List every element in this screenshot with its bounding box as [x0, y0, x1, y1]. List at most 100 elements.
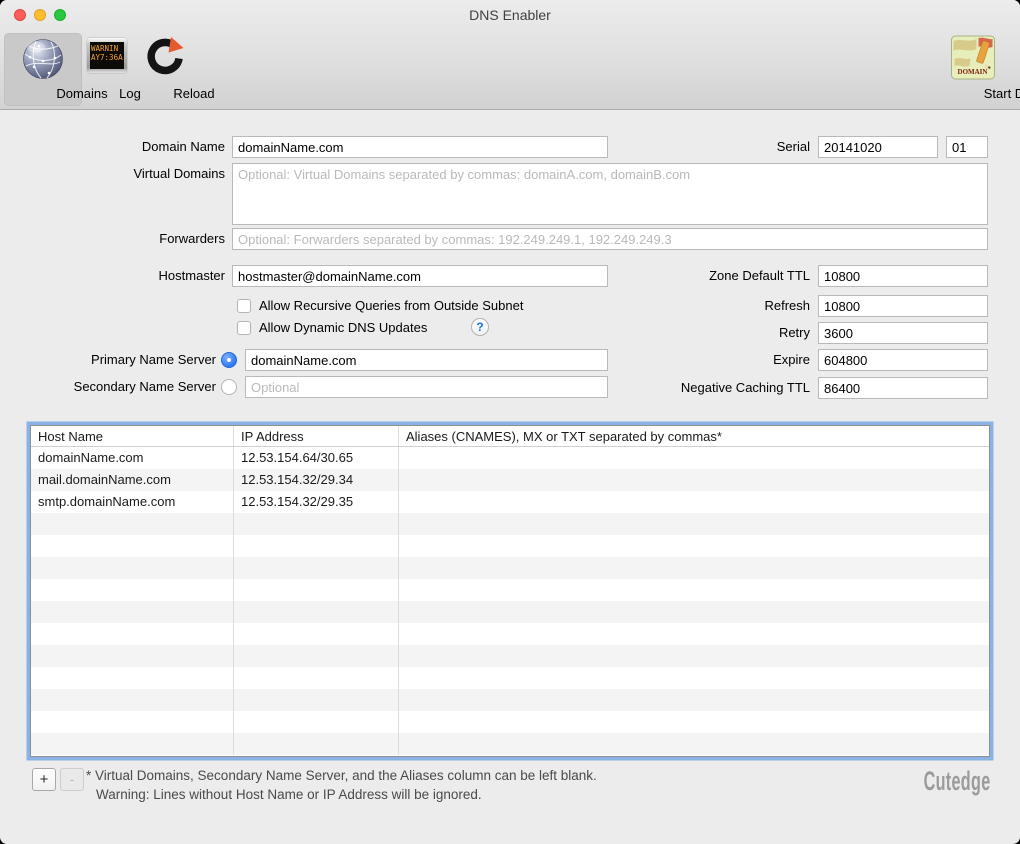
- table-cell: [234, 711, 399, 733]
- table-row[interactable]: [31, 557, 989, 579]
- primary-ns-label: Primary Name Server: [20, 349, 216, 371]
- table-row[interactable]: [31, 733, 989, 755]
- table-cell: [234, 645, 399, 667]
- allow-recursive-checkbox[interactable]: [237, 299, 251, 313]
- toolbar: DNS Enabler: [0, 0, 1020, 110]
- table-row[interactable]: [31, 667, 989, 689]
- cutedge-logo: Cutedge: [923, 766, 990, 797]
- table-header-row: Host Name IP Address Aliases (CNAMES), M…: [31, 426, 989, 447]
- table-cell: [399, 513, 989, 535]
- toolbar-label-start-dns: Start DNS: [973, 86, 1020, 101]
- table-row[interactable]: domainName.com12.53.154.64/30.65: [31, 447, 989, 469]
- table-cell: [399, 491, 989, 513]
- table-cell: [234, 557, 399, 579]
- table-cell: 12.53.154.32/29.35: [234, 491, 399, 513]
- table-cell: [399, 623, 989, 645]
- svg-text:DOMAIN: DOMAIN: [958, 68, 988, 76]
- table-cell: [399, 447, 989, 469]
- host-table[interactable]: Host Name IP Address Aliases (CNAMES), M…: [30, 425, 990, 757]
- serial-suffix-input[interactable]: [946, 136, 988, 158]
- table-row[interactable]: [31, 579, 989, 601]
- toolbar-item-reload[interactable]: Reload: [136, 33, 194, 106]
- forwarders-input[interactable]: [232, 228, 988, 250]
- table-cell: [234, 601, 399, 623]
- zone-default-ttl-label: Zone Default TTL: [610, 265, 810, 287]
- secondary-ns-input[interactable]: [245, 376, 608, 398]
- table-cell: [399, 469, 989, 491]
- serial-input[interactable]: [818, 136, 938, 158]
- table-cell: [31, 601, 234, 623]
- negative-caching-ttl-label: Negative Caching TTL: [610, 377, 810, 399]
- hostmaster-input[interactable]: [232, 265, 608, 287]
- table-row[interactable]: [31, 689, 989, 711]
- toolbar-item-start-dns[interactable]: DOMAIN Start DNS: [933, 33, 1013, 106]
- table-row[interactable]: [31, 645, 989, 667]
- table-cell: [31, 733, 234, 755]
- remove-row-button[interactable]: -: [60, 768, 84, 791]
- table-cell: [399, 689, 989, 711]
- table-row[interactable]: [31, 513, 989, 535]
- table-body: domainName.com12.53.154.64/30.65mail.dom…: [31, 447, 989, 755]
- primary-ns-input[interactable]: [245, 349, 608, 371]
- help-button[interactable]: ?: [471, 318, 489, 336]
- table-cell: [399, 711, 989, 733]
- domain-name-input[interactable]: [232, 136, 608, 158]
- virtual-domains-textarea[interactable]: [232, 163, 988, 225]
- table-cell: smtp.domainName.com: [31, 491, 234, 513]
- domain-name-label: Domain Name: [20, 136, 225, 158]
- table-cell: [234, 733, 399, 755]
- reload-icon: [144, 37, 186, 84]
- expire-label: Expire: [610, 349, 810, 371]
- refresh-input[interactable]: [818, 295, 988, 317]
- retry-label: Retry: [610, 322, 810, 344]
- table-row[interactable]: [31, 711, 989, 733]
- zone-default-ttl-input[interactable]: [818, 265, 988, 287]
- column-header-aliases[interactable]: Aliases (CNAMES), MX or TXT separated by…: [399, 426, 989, 446]
- table-cell: mail.domainName.com: [31, 469, 234, 491]
- table-row[interactable]: [31, 623, 989, 645]
- table-cell: [31, 711, 234, 733]
- table-cell: [31, 535, 234, 557]
- table-cell: [399, 579, 989, 601]
- table-cell: [399, 535, 989, 557]
- table-cell: 12.53.154.32/29.34: [234, 469, 399, 491]
- allow-recursive-label: Allow Recursive Queries from Outside Sub…: [259, 298, 523, 314]
- table-cell: [399, 667, 989, 689]
- table-cell: domainName.com: [31, 447, 234, 469]
- table-cell: [234, 667, 399, 689]
- negative-caching-ttl-input[interactable]: [818, 377, 988, 399]
- table-cell: [31, 645, 234, 667]
- retry-input[interactable]: [818, 322, 988, 344]
- hostmaster-label: Hostmaster: [20, 265, 225, 287]
- table-cell: [31, 689, 234, 711]
- column-header-host-name[interactable]: Host Name: [31, 426, 234, 446]
- table-cell: [234, 623, 399, 645]
- table-row[interactable]: mail.domainName.com12.53.154.32/29.34: [31, 469, 989, 491]
- table-cell: [399, 557, 989, 579]
- secondary-ns-radio[interactable]: [221, 379, 237, 395]
- table-cell: [234, 689, 399, 711]
- table-cell: [31, 579, 234, 601]
- log-lcd-icon: WARNINAY7:36A: [87, 38, 127, 73]
- column-header-ip-address[interactable]: IP Address: [234, 426, 399, 446]
- expire-input[interactable]: [818, 349, 988, 371]
- table-row[interactable]: smtp.domainName.com12.53.154.32/29.35: [31, 491, 989, 513]
- table-cell: [31, 623, 234, 645]
- footnote: * Virtual Domains, Secondary Name Server…: [86, 766, 597, 804]
- toolbar-item-domains[interactable]: Domains: [4, 33, 82, 106]
- allow-dynamic-checkbox[interactable]: [237, 321, 251, 335]
- table-cell: [31, 513, 234, 535]
- add-row-button[interactable]: +: [32, 768, 56, 791]
- primary-ns-radio[interactable]: [221, 352, 237, 368]
- table-cell: [234, 535, 399, 557]
- table-row[interactable]: [31, 535, 989, 557]
- table-cell: [234, 513, 399, 535]
- table-cell: [31, 667, 234, 689]
- table-cell: [399, 733, 989, 755]
- title-bar: DNS Enabler: [0, 0, 1020, 30]
- allow-dynamic-label: Allow Dynamic DNS Updates: [259, 320, 427, 336]
- window-title: DNS Enabler: [0, 7, 1020, 23]
- toolbar-item-log[interactable]: WARNINAY7:36A Log: [84, 33, 130, 106]
- table-row[interactable]: [31, 601, 989, 623]
- footnote-line1: * Virtual Domains, Secondary Name Server…: [86, 766, 597, 785]
